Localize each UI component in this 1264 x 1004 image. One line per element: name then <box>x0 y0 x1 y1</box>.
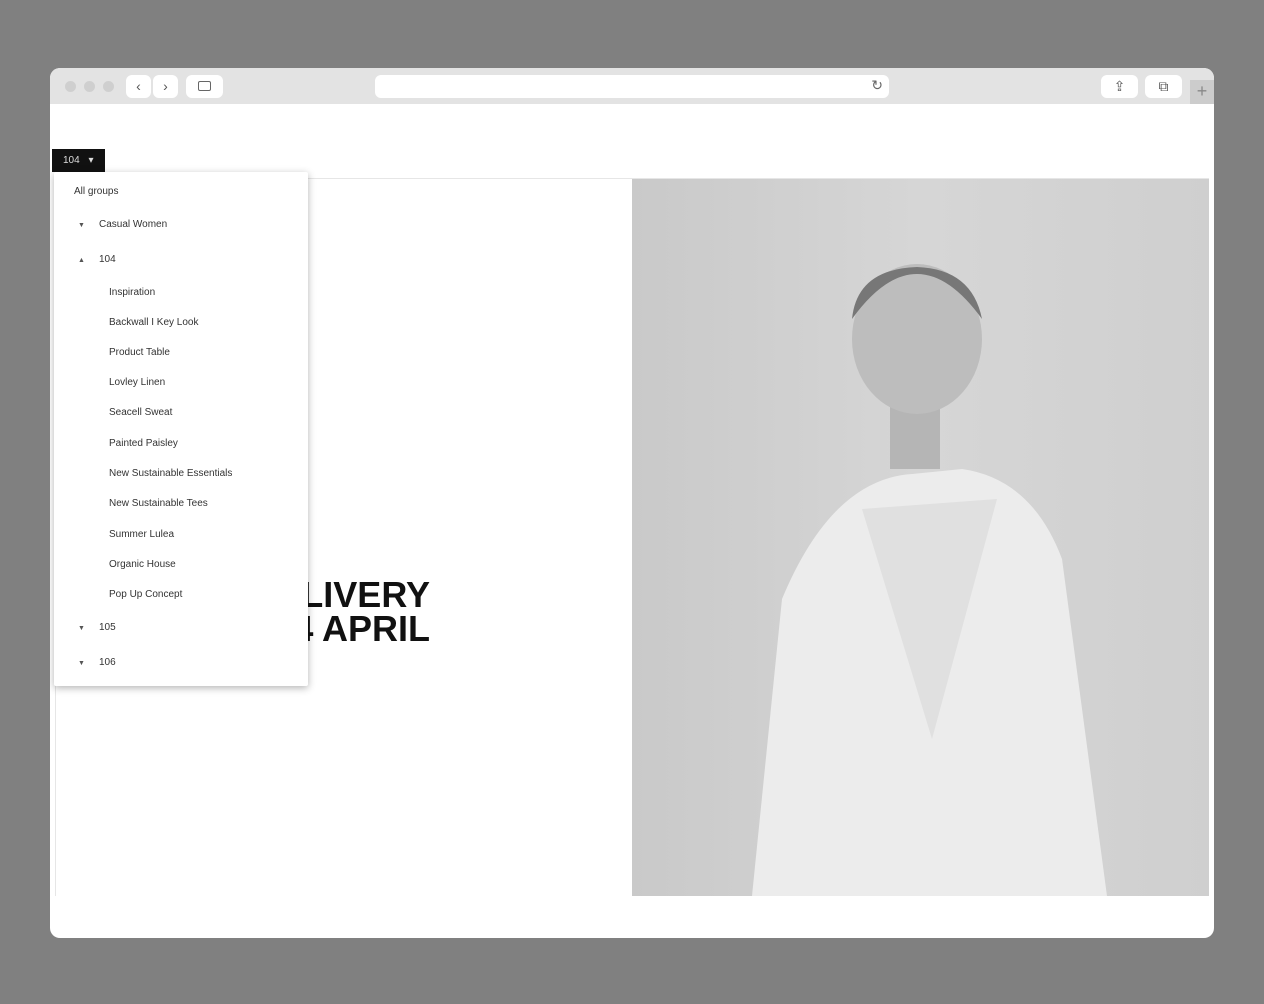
menu-group-104[interactable]: 104 <box>99 254 116 265</box>
menu-group-106[interactable]: 106 <box>99 657 116 668</box>
menu-item[interactable]: Inspiration <box>109 287 155 298</box>
group-dropdown-menu: All groups ▼ Casual Women ▲ 104 Inspirat… <box>54 172 308 686</box>
group-selector-value: 104 <box>63 155 80 166</box>
browser-window: ‹ › ↻ ⇪ ⧉ + 104 ▾ LIVERY 4 APRIL All grou… <box>50 68 1214 938</box>
caret-down-icon[interactable]: ▼ <box>78 222 85 229</box>
minimize-window-button[interactable] <box>84 81 95 92</box>
menu-item[interactable]: New Sustainable Tees <box>109 498 208 509</box>
zoom-window-button[interactable] <box>103 81 114 92</box>
group-selector[interactable]: 104 ▾ <box>52 149 105 172</box>
address-bar[interactable]: ↻ <box>375 75 889 98</box>
menu-item[interactable]: Summer Lulea <box>109 529 174 540</box>
caret-down-icon[interactable]: ▼ <box>78 625 85 632</box>
caret-down-icon[interactable]: ▼ <box>78 660 85 667</box>
menu-item[interactable]: Painted Paisley <box>109 438 178 449</box>
menu-item[interactable]: Organic House <box>109 559 176 570</box>
menu-item[interactable]: Product Table <box>109 347 170 358</box>
tabs-button[interactable]: ⧉ <box>1145 75 1182 98</box>
menu-item[interactable]: New Sustainable Essentials <box>109 468 232 479</box>
caret-up-icon[interactable]: ▲ <box>78 257 85 264</box>
sidebar-icon <box>198 81 211 91</box>
menu-item[interactable]: Seacell Sweat <box>109 407 172 418</box>
chevron-left-icon: ‹ <box>136 78 141 94</box>
back-button[interactable]: ‹ <box>126 75 151 98</box>
model-photo <box>752 264 1107 896</box>
menu-group-105[interactable]: 105 <box>99 622 116 633</box>
browser-toolbar: ‹ › ↻ ⇪ ⧉ + <box>50 68 1214 104</box>
tabs-icon: ⧉ <box>1158 78 1169 94</box>
sidebar-toggle-button[interactable] <box>186 75 223 98</box>
menu-item[interactable]: Pop Up Concept <box>109 589 182 600</box>
forward-button[interactable]: › <box>153 75 178 98</box>
share-icon: ⇪ <box>1113 78 1126 94</box>
chevron-down-icon: ▾ <box>88 155 94 166</box>
menu-item[interactable]: Backwall I Key Look <box>109 317 199 328</box>
hero-photo <box>632 179 1209 896</box>
reload-icon[interactable]: ↻ <box>871 77 883 94</box>
close-window-button[interactable] <box>65 81 76 92</box>
new-tab-button[interactable]: + <box>1190 80 1214 104</box>
share-button[interactable]: ⇪ <box>1101 75 1138 98</box>
menu-item-all-groups[interactable]: All groups <box>74 186 118 197</box>
menu-group-casual-women[interactable]: Casual Women <box>99 219 167 230</box>
menu-item[interactable]: Lovley Linen <box>109 377 165 388</box>
chevron-right-icon: › <box>163 78 168 94</box>
